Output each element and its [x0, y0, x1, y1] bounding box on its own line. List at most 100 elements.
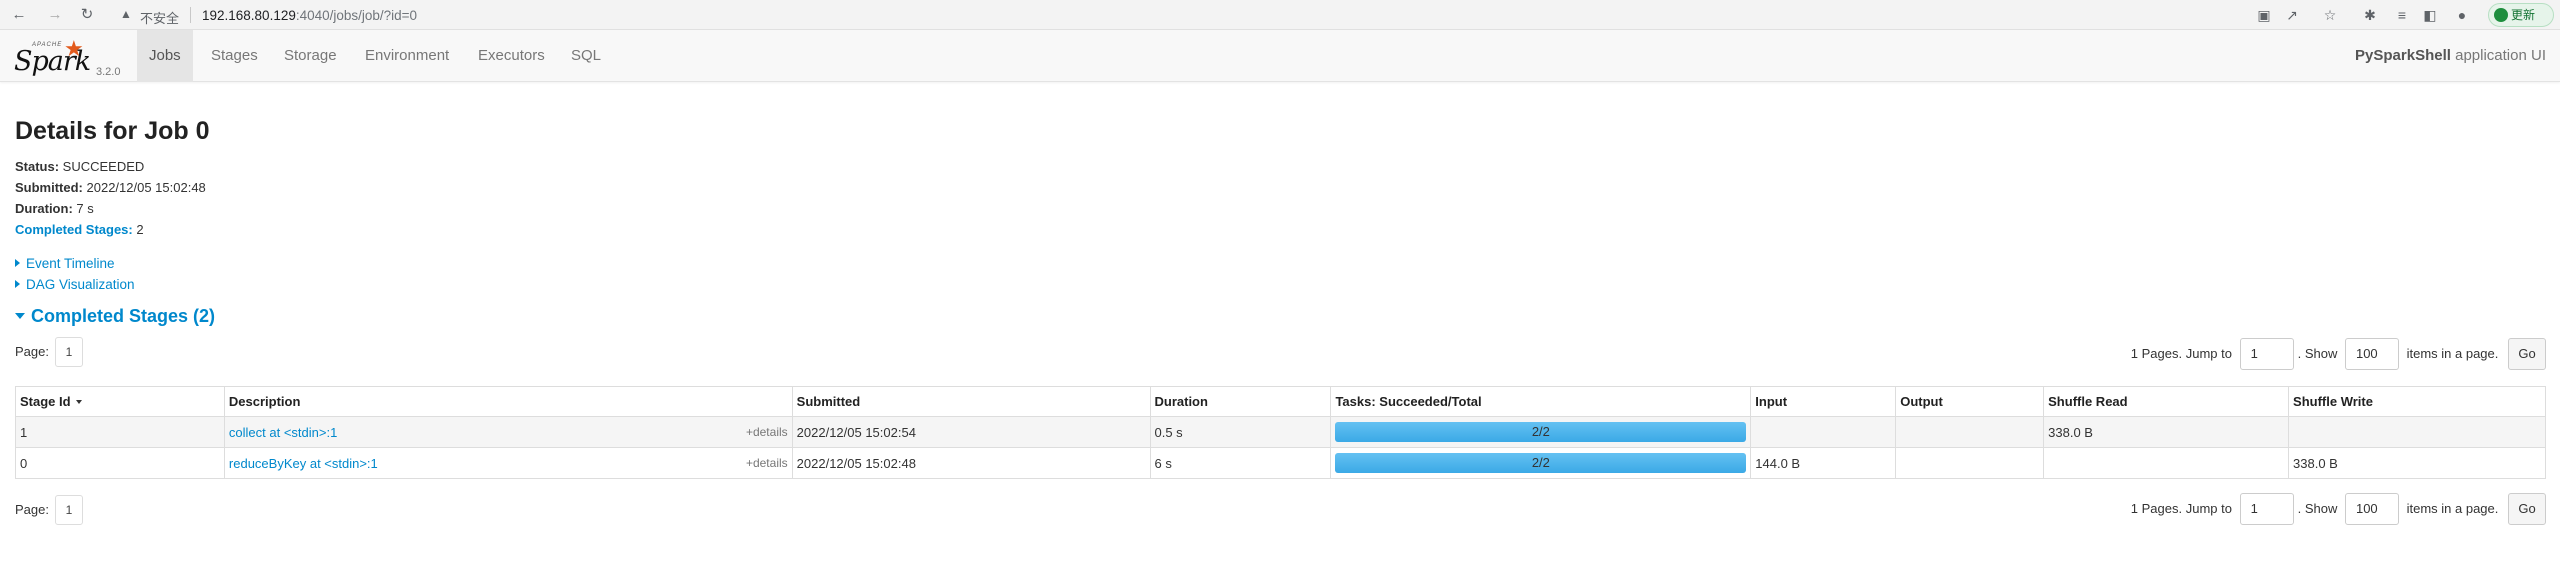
page-selector-top: Page: 1	[15, 337, 83, 367]
items-per-page-text: items in a page.	[2406, 501, 2499, 516]
shuffle-read-cell	[2043, 447, 2290, 479]
spark-version: 3.2.0	[96, 66, 121, 78]
app-name-strong: PySparkShell	[2355, 47, 2451, 64]
side-panel-icon[interactable]: ◧	[2420, 5, 2440, 25]
tab-stages[interactable]: Stages	[199, 30, 270, 82]
description-cell: collect at <stdin>:1 +details	[223, 416, 793, 448]
jump-to-page-input[interactable]: 1	[2239, 338, 2294, 370]
address-url[interactable]: 192.168.80.129:4040/jobs/job/?id=0	[202, 8, 417, 23]
pages-count-text: 1 Pages. Jump to	[2130, 501, 2232, 516]
header-stage-id[interactable]: Stage Id	[15, 386, 225, 417]
submitted-value: 2022/12/05 15:02:48	[82, 180, 206, 195]
share-icon[interactable]: ↗	[2282, 5, 2302, 25]
header-output[interactable]: Output	[1895, 386, 2045, 417]
show-text: . Show	[2297, 501, 2338, 516]
status-line: Status: SUCCEEDED	[15, 159, 144, 174]
completed-stages-line: Completed Stages: 2	[15, 222, 144, 237]
status-key: Status:	[15, 159, 60, 174]
event-timeline-toggle[interactable]: Event Timeline	[15, 256, 115, 271]
completed-stages-header[interactable]: Completed Stages (2)	[15, 306, 215, 327]
header-tasks[interactable]: Tasks: Succeeded/Total	[1330, 386, 1752, 417]
table-row: 0 reduceByKey at <stdin>:1 +details 2022/…	[15, 447, 2546, 479]
header-description[interactable]: Description	[223, 386, 793, 417]
output-cell	[1895, 416, 2045, 448]
tab-jobs[interactable]: Jobs	[137, 30, 193, 82]
sort-desc-icon	[75, 400, 82, 404]
forward-icon[interactable]: →	[44, 4, 66, 26]
completed-stages-link[interactable]: Completed Stages:	[15, 222, 133, 237]
update-button[interactable]: 更新	[2488, 3, 2554, 27]
spark-navbar: APACHE Spark ★ 3.2.0 Jobs Stages Storage…	[0, 30, 2560, 82]
caret-right-icon	[15, 259, 20, 267]
page-label: Page:	[15, 502, 49, 517]
stage-id-cell: 0	[15, 447, 225, 479]
extensions-icon[interactable]: ✱	[2360, 5, 2380, 25]
page-label: Page:	[15, 344, 49, 359]
output-cell	[1895, 447, 2045, 479]
back-icon[interactable]: ←	[8, 4, 30, 26]
tab-storage[interactable]: Storage	[272, 30, 349, 82]
items-per-page-text: items in a page.	[2406, 346, 2499, 361]
reading-list-icon[interactable]: ≡	[2392, 5, 2412, 25]
tasks-progress-bar: 2/2	[1335, 422, 1747, 442]
app-name-suffix: application UI	[2450, 47, 2546, 64]
caret-right-icon	[15, 280, 20, 288]
page-size-input[interactable]: 100	[2344, 493, 2399, 525]
submitted-key: Submitted:	[15, 180, 83, 195]
show-text: . Show	[2297, 346, 2338, 361]
pager-controls-top: 1 Pages. Jump to 1. Show 100 items in a …	[2131, 338, 2546, 370]
caret-down-icon	[15, 313, 25, 319]
page-selector-bottom: Page: 1	[15, 495, 83, 525]
input-cell: 144.0 B	[1750, 447, 1897, 479]
details-toggle[interactable]: +details	[746, 425, 788, 439]
submitted-cell: 2022/12/05 15:02:48	[791, 447, 1151, 479]
duration-cell: 6 s	[1149, 447, 1332, 479]
header-shuffle-write[interactable]: Shuffle Write	[2288, 386, 2546, 417]
stage-description-link[interactable]: reduceByKey at <stdin>:1	[229, 456, 378, 471]
duration-line: Duration: 7 s	[15, 201, 94, 216]
dag-visualization-label: DAG Visualization	[26, 277, 135, 292]
shuffle-write-cell	[2288, 416, 2546, 448]
table-row: 1 collect at <stdin>:1 +details 2022/12/0…	[15, 416, 2546, 448]
tasks-cell: 2/2	[1330, 447, 1752, 479]
insecure-label: 不安全	[140, 11, 180, 26]
go-button[interactable]: Go	[2508, 338, 2546, 370]
translate-icon[interactable]: ▣	[2254, 5, 2274, 25]
profile-icon[interactable]: ●	[2452, 5, 2472, 25]
tab-sql[interactable]: SQL	[559, 30, 613, 82]
pager-controls-bottom: 1 Pages. Jump to 1. Show 100 items in a …	[2131, 493, 2546, 525]
header-input[interactable]: Input	[1750, 386, 1897, 417]
completed-stages-title: Completed Stages (2)	[31, 306, 216, 326]
page-number-button[interactable]: 1	[54, 495, 83, 525]
reload-icon[interactable]: ↻	[76, 4, 98, 26]
shuffle-write-cell: 338.0 B	[2288, 447, 2546, 479]
dag-visualization-toggle[interactable]: DAG Visualization	[15, 277, 135, 292]
tab-executors[interactable]: Executors	[466, 30, 557, 82]
event-timeline-label: Event Timeline	[26, 256, 115, 271]
spark-logo[interactable]: APACHE Spark ★ 3.2.0	[12, 36, 132, 80]
bookmark-star-icon[interactable]: ☆	[2320, 5, 2340, 25]
pages-count-text: 1 Pages. Jump to	[2130, 346, 2232, 361]
jump-to-page-input[interactable]: 1	[2239, 493, 2294, 525]
details-toggle[interactable]: +details	[746, 456, 788, 470]
url-host: 192.168.80.129	[202, 8, 296, 23]
completed-stages-table: Stage Id Description Submitted Duration …	[15, 386, 2546, 479]
stage-id-cell: 1	[15, 416, 225, 448]
page-title: Details for Job 0	[15, 117, 210, 145]
go-button[interactable]: Go	[2508, 493, 2546, 525]
tab-environment[interactable]: Environment	[353, 30, 461, 82]
progress-text: 2/2	[1531, 455, 1550, 470]
header-submitted[interactable]: Submitted	[791, 386, 1151, 417]
stage-description-link[interactable]: collect at <stdin>:1	[229, 425, 337, 440]
app-name: PySparkShell application UI	[2355, 30, 2546, 82]
completed-stages-value: 2	[132, 222, 144, 237]
warning-icon: ▲	[120, 7, 132, 21]
header-duration[interactable]: Duration	[1149, 386, 1332, 417]
submitted-cell: 2022/12/05 15:02:54	[791, 416, 1151, 448]
header-shuffle-read[interactable]: Shuffle Read	[2043, 386, 2290, 417]
page-number-button[interactable]: 1	[54, 337, 83, 367]
url-path: :4040/jobs/job/?id=0	[295, 8, 418, 23]
address-bar[interactable]: ▲ 不安全 192.168.80.129:4040/jobs/job/?id=0	[112, 2, 2222, 28]
page-size-input[interactable]: 100	[2344, 338, 2399, 370]
progress-text: 2/2	[1531, 424, 1550, 439]
